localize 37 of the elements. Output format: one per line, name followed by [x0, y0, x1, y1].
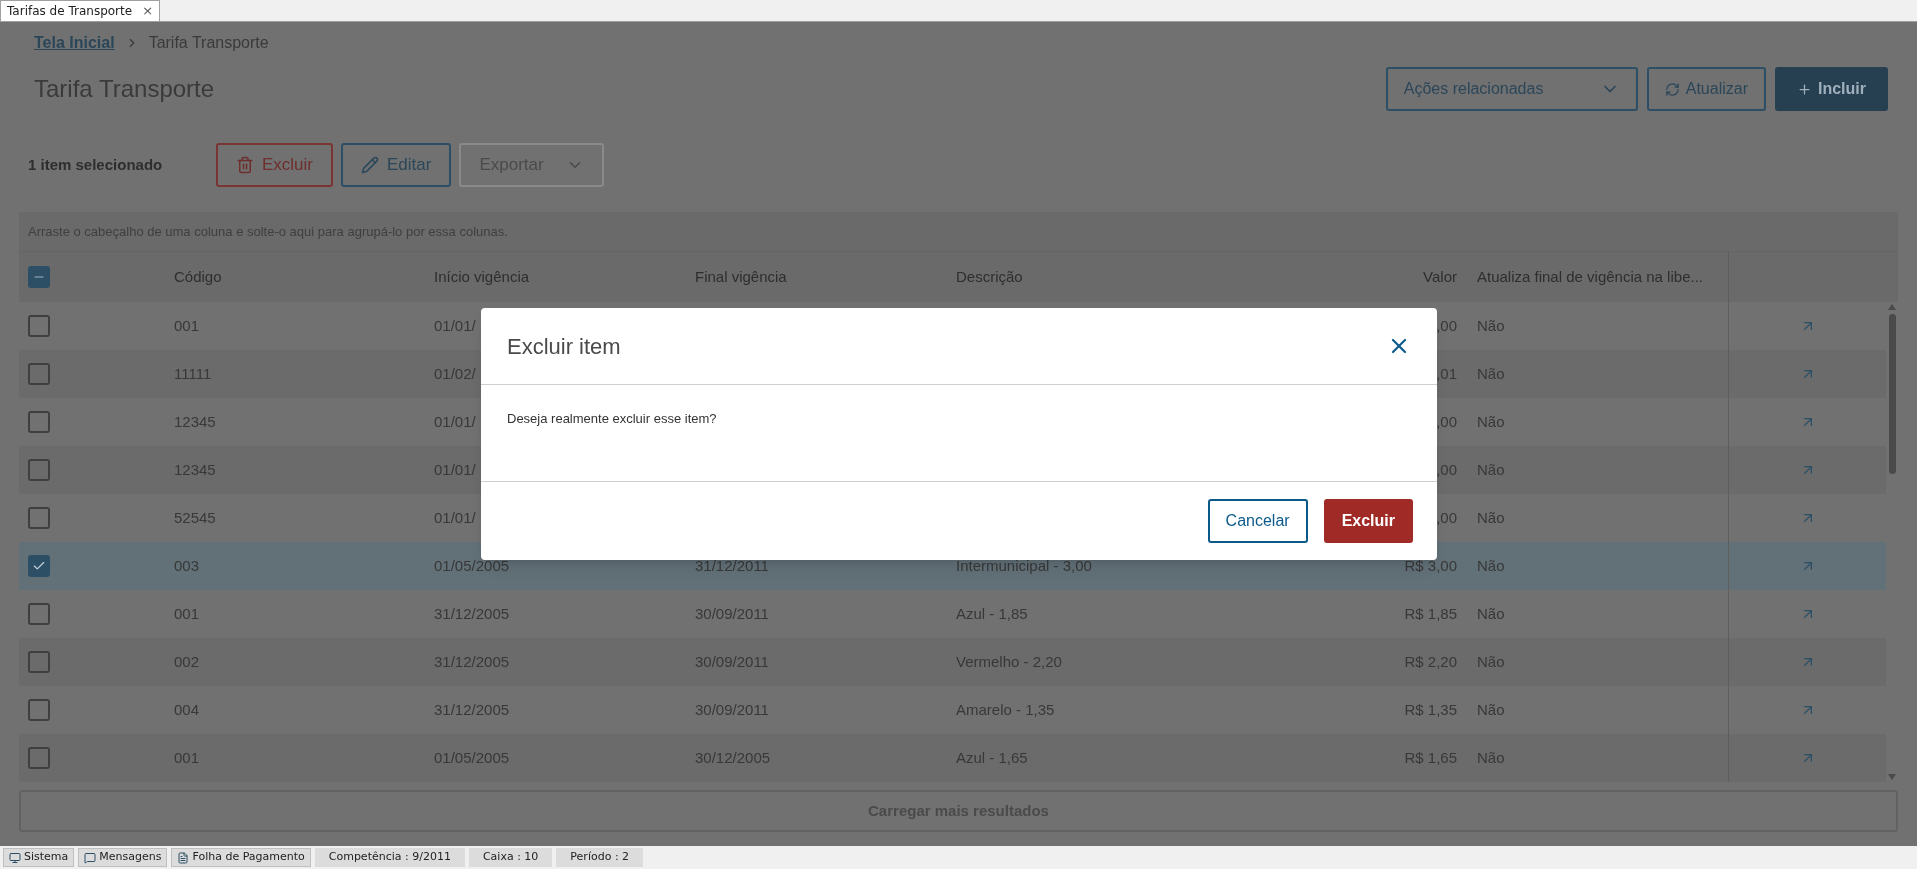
table-cell: 31/12/2011 — [695, 556, 769, 574]
table-cell: 001 — [174, 604, 200, 622]
table-cell: 003 — [174, 556, 200, 574]
table-cell: 001 — [174, 316, 200, 334]
dialog-message: Deseja realmente excluir esse item? — [507, 410, 718, 428]
status-info: Competência : 9/2011 — [314, 848, 465, 867]
table-cell: 01/01/ — [434, 316, 476, 334]
status-info: Período : 2 — [556, 848, 644, 867]
table-cell: 01/05/2005 — [434, 556, 510, 574]
table-cell: Intermunicipal - 3,00 — [956, 556, 1092, 574]
table-cell: 12345 — [174, 412, 216, 430]
selection-count: 1 item selecionado — [28, 154, 164, 175]
table-cell: Não — [1477, 412, 1505, 430]
table-cell: 31/12/2005 — [434, 700, 510, 718]
table-cell-text: ,00 — [1436, 411, 1457, 432]
table-cell-text: ,00 — [1436, 507, 1457, 528]
table-cell: 30/09/2011 — [695, 700, 769, 718]
table-cell: Não — [1477, 316, 1505, 334]
table-cell-text: R$ 1,35 — [1404, 699, 1457, 720]
table-cell: 01/01/ — [434, 412, 476, 430]
table-cell: Amarelo - 1,35 — [956, 700, 1055, 718]
table-cell-text: R$ 3,00 — [1404, 555, 1457, 576]
table-cell: Não — [1477, 604, 1505, 622]
table-cell: Não — [1477, 700, 1505, 718]
table-cell: 01/01/ — [434, 508, 476, 526]
table-cell: Não — [1477, 508, 1505, 526]
dialog-title: Excluir item — [507, 332, 621, 361]
table-cell-text: R$ 1,85 — [1404, 603, 1457, 624]
page-title: Tarifa Transporte — [34, 74, 216, 104]
table-cell: 004 — [174, 700, 200, 718]
table-cell: 52545 — [174, 508, 216, 526]
status-info: Caixa : 10 — [468, 848, 553, 867]
table-cell: 30/09/2011 — [695, 604, 769, 622]
table-cell: Azul - 1,85 — [956, 604, 1028, 622]
table-cell-text: ,00 — [1436, 315, 1457, 336]
table-cell: Não — [1477, 556, 1505, 574]
table-cell: 31/12/2005 — [434, 604, 510, 622]
